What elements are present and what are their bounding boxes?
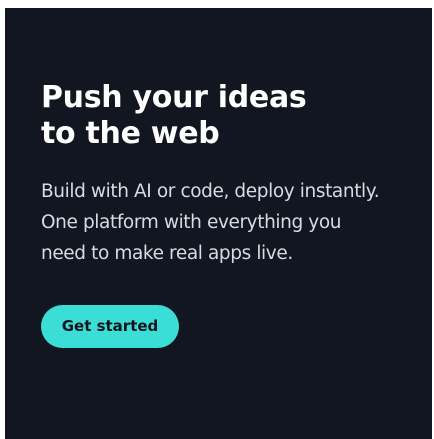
hero-description-line-3: need to make real apps live. xyxy=(41,243,293,264)
hero-description: Build with AI or code, deploy instantly.… xyxy=(41,176,421,269)
hero-headline-line-1: Push your ideas xyxy=(41,80,307,115)
hero-description-line-2: One platform with everything you xyxy=(41,212,342,233)
get-started-button[interactable]: Get started xyxy=(41,305,179,348)
hero-card: Push your ideas to the web Build with AI… xyxy=(5,8,432,439)
hero-headline-line-2: to the web xyxy=(41,116,220,151)
hero-description-line-1: Build with AI or code, deploy instantly. xyxy=(41,181,380,202)
hero-headline: Push your ideas to the web xyxy=(41,80,411,152)
